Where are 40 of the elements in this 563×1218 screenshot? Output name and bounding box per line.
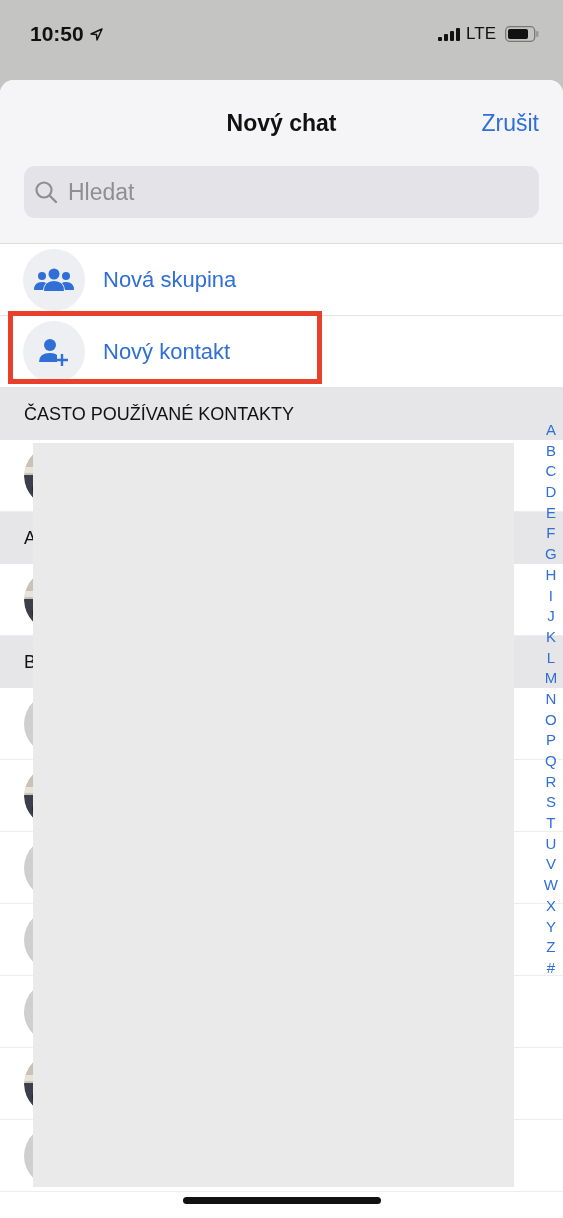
index-letter[interactable]: Y	[545, 916, 556, 938]
sheet-title: Nový chat	[226, 109, 337, 137]
index-letter[interactable]: J	[547, 606, 555, 627]
cancel-button[interactable]: Zrušit	[481, 109, 539, 137]
index-letter[interactable]: #	[546, 957, 556, 979]
index-letter[interactable]: K	[545, 626, 556, 648]
people-icon	[34, 266, 74, 293]
index-letter[interactable]: M	[544, 668, 558, 689]
index-letter[interactable]: G	[545, 544, 557, 565]
index-letter[interactable]: H	[545, 564, 557, 586]
index-letter[interactable]: F	[546, 523, 556, 545]
signal-icon	[438, 27, 461, 41]
index-letter[interactable]: E	[545, 502, 556, 524]
battery-icon	[505, 26, 539, 42]
index-letter[interactable]: C	[545, 461, 557, 483]
index-letter[interactable]: Z	[546, 937, 556, 958]
index-letter[interactable]: V	[545, 854, 556, 876]
search-field[interactable]: Hledat	[24, 166, 539, 218]
index-letter[interactable]: U	[545, 833, 557, 855]
index-letter[interactable]: D	[545, 482, 557, 503]
index-letter[interactable]: O	[545, 709, 557, 731]
index-letter[interactable]: N	[545, 688, 557, 710]
search-icon	[34, 180, 58, 204]
location-arrow-icon	[89, 27, 103, 41]
index-letter[interactable]: A	[545, 420, 556, 441]
index-letter[interactable]: P	[545, 730, 556, 751]
index-letter[interactable]: I	[548, 585, 553, 607]
index-letter[interactable]: Q	[545, 751, 557, 772]
index-letter[interactable]: X	[545, 895, 556, 917]
index-letter[interactable]: R	[545, 771, 557, 793]
add-person-icon	[39, 337, 69, 366]
index-letter[interactable]: B	[545, 440, 556, 462]
network-label: LTE	[466, 24, 496, 44]
index-letter[interactable]: T	[546, 813, 556, 834]
index-letter[interactable]: W	[543, 875, 558, 896]
index-letter[interactable]: L	[546, 647, 556, 669]
index-letter[interactable]: S	[545, 792, 556, 814]
clock-time: 10:50	[30, 22, 84, 46]
new-contact-link[interactable]: Nový kontakt	[103, 338, 231, 365]
new-group-link[interactable]: Nová skupina	[103, 266, 237, 293]
